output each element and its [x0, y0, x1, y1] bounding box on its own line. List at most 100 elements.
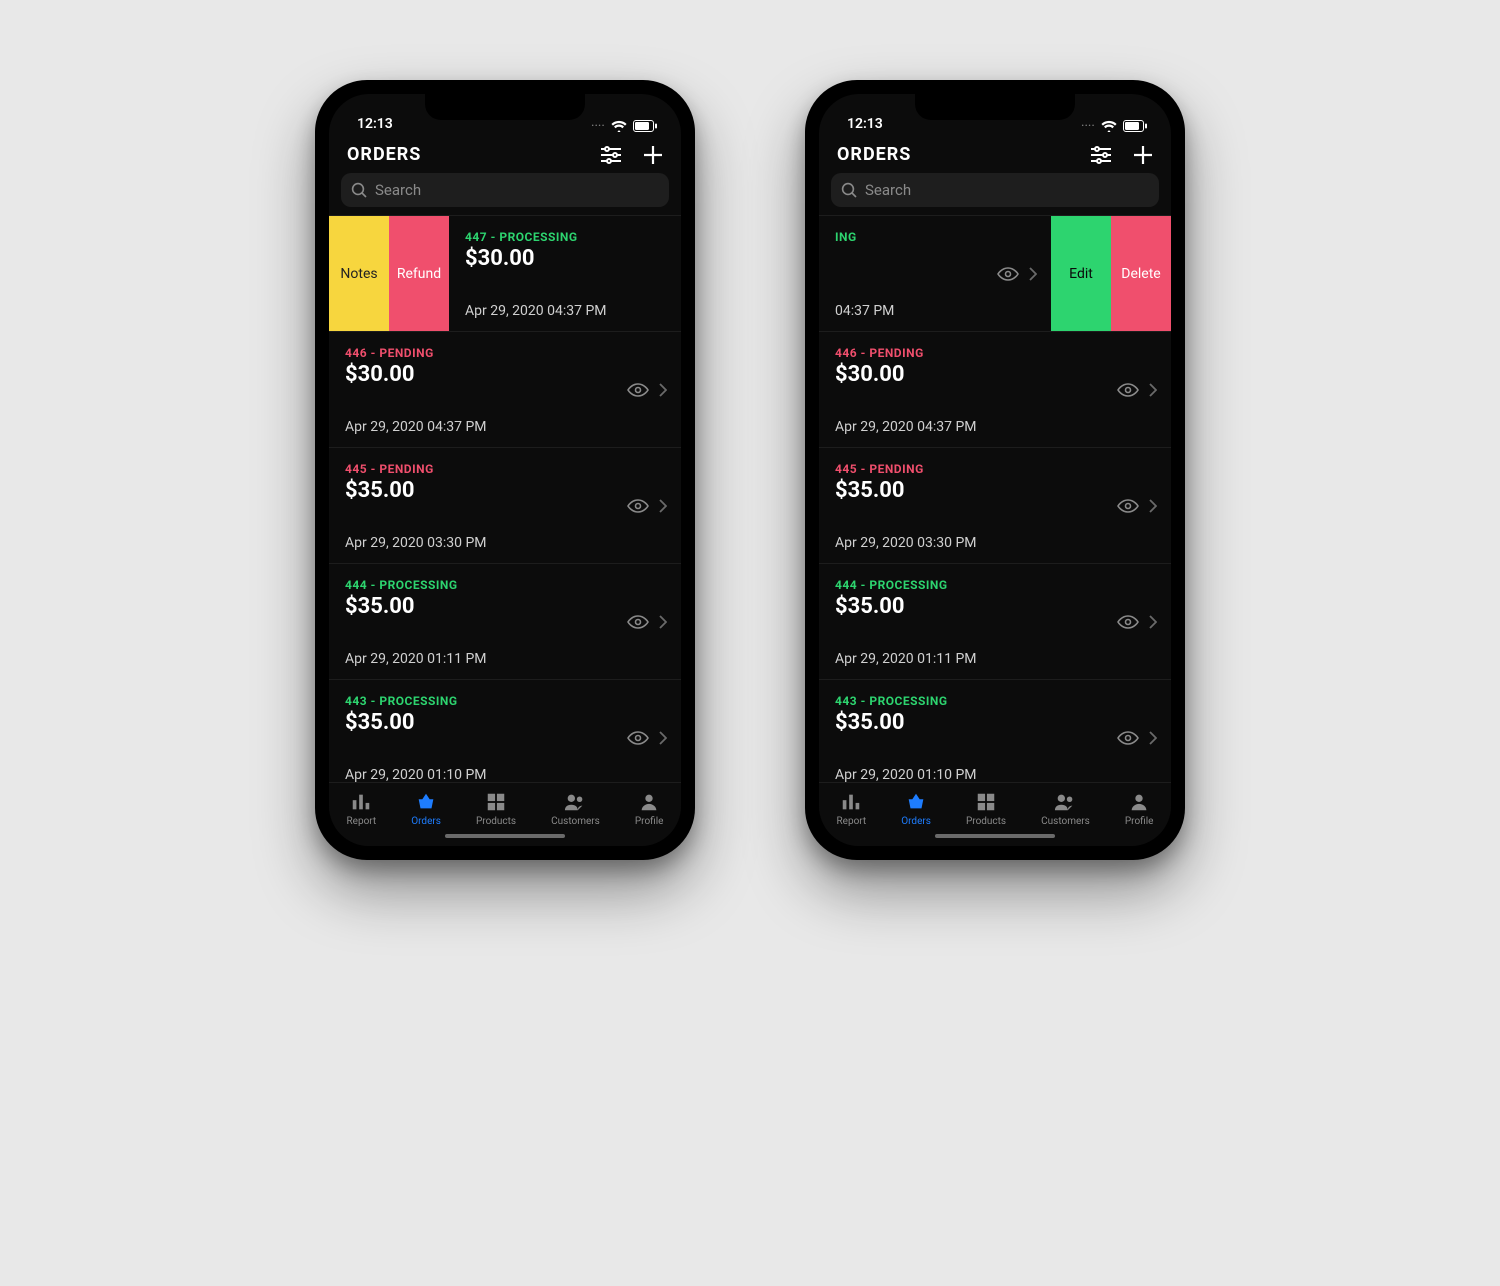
status-time: 12:13 [357, 116, 393, 132]
status-indicators: ···· [1081, 120, 1147, 132]
order-date: Apr 29, 2020 04:37 PM [465, 303, 681, 319]
notch [915, 94, 1075, 120]
tab-label: Orders [901, 816, 931, 827]
order-row[interactable]: ING x 04:37 PM Edit Delete [819, 215, 1171, 331]
notes-button[interactable]: Notes [329, 216, 389, 331]
header: ORDERS [329, 134, 681, 173]
order-row[interactable]: 444 - PROCESSING $35.00 Apr 29, 2020 01:… [329, 563, 681, 679]
user-icon [1128, 791, 1150, 813]
order-date: Apr 29, 2020 01:11 PM [835, 651, 1155, 667]
tab-orders[interactable]: Orders [901, 791, 931, 827]
eye-icon [627, 614, 649, 630]
row-indicators [1117, 382, 1157, 398]
order-row[interactable]: 444 - PROCESSING $35.00 Apr 29, 2020 01:… [819, 563, 1171, 679]
eye-icon [627, 730, 649, 746]
order-amount: $35.00 [835, 478, 1155, 503]
order-status: 445 - PENDING [345, 462, 665, 476]
order-status: 443 - PROCESSING [345, 694, 665, 708]
tab-label: Products [476, 816, 516, 827]
order-status: 445 - PENDING [835, 462, 1155, 476]
order-status: 446 - PENDING [835, 346, 1155, 360]
order-status: 444 - PROCESSING [835, 578, 1155, 592]
tab-report[interactable]: Report [347, 791, 377, 827]
tab-label: Profile [635, 816, 664, 827]
chevron-right-icon [1149, 615, 1157, 629]
order-date: Apr 29, 2020 04:37 PM [835, 419, 1155, 435]
add-button[interactable] [1133, 145, 1153, 165]
order-row[interactable]: Notes Refund 447 - PROCESSING $30.00 Apr… [329, 215, 681, 331]
order-status: ING [835, 230, 930, 244]
screen: 12:13 ···· ORDERS [329, 94, 681, 846]
filter-button[interactable] [601, 146, 621, 164]
filter-button[interactable] [1091, 146, 1111, 164]
eye-icon [997, 266, 1019, 282]
users-icon [1054, 791, 1076, 813]
row-indicators [1117, 614, 1157, 630]
plus-icon [1133, 145, 1153, 165]
add-button[interactable] [643, 145, 663, 165]
users-icon [564, 791, 586, 813]
page-title: ORDERS [837, 144, 911, 165]
order-date: Apr 29, 2020 01:10 PM [345, 767, 665, 782]
row-indicators [1117, 498, 1157, 514]
edit-button[interactable]: Edit [1051, 216, 1111, 331]
order-row[interactable]: 443 - PROCESSING $35.00 Apr 29, 2020 01:… [819, 679, 1171, 782]
tab-profile[interactable]: Profile [1125, 791, 1154, 827]
order-amount: $35.00 [345, 478, 665, 503]
order-row[interactable]: 445 - PENDING $35.00 Apr 29, 2020 03:30 … [819, 447, 1171, 563]
tab-products[interactable]: Products [966, 791, 1006, 827]
tab-report[interactable]: Report [837, 791, 867, 827]
order-amount: $35.00 [345, 594, 665, 619]
search-input[interactable]: Search [341, 173, 669, 207]
page-title: ORDERS [347, 144, 421, 165]
order-date: Apr 29, 2020 03:30 PM [835, 535, 1155, 551]
order-row[interactable]: 443 - PROCESSING $35.00 Apr 29, 2020 01:… [329, 679, 681, 782]
bar-chart-icon [840, 791, 862, 813]
tab-profile[interactable]: Profile [635, 791, 664, 827]
chevron-right-icon [1149, 499, 1157, 513]
tab-orders[interactable]: Orders [411, 791, 441, 827]
tab-products[interactable]: Products [476, 791, 516, 827]
tab-label: Report [347, 816, 377, 827]
header: ORDERS [819, 134, 1171, 173]
chevron-right-icon [659, 383, 667, 397]
sliders-icon [601, 146, 621, 164]
order-row[interactable]: 446 - PENDING $30.00 Apr 29, 2020 04:37 … [819, 331, 1171, 447]
screen: 12:13 ···· ORDERS [819, 94, 1171, 846]
delete-button[interactable]: Delete [1111, 216, 1171, 331]
order-date: 04:37 PM [835, 303, 930, 319]
refund-button[interactable]: Refund [389, 216, 449, 331]
home-indicator [445, 834, 565, 838]
tab-label: Orders [411, 816, 441, 827]
search-input[interactable]: Search [831, 173, 1159, 207]
row-indicators [627, 614, 667, 630]
orders-list[interactable]: ING x 04:37 PM Edit Delete 446 - [819, 215, 1171, 782]
notch [425, 94, 585, 120]
tab-customers[interactable]: Customers [551, 791, 600, 827]
order-row[interactable]: 446 - PENDING $30.00 Apr 29, 2020 04:37 … [329, 331, 681, 447]
order-amount: $35.00 [345, 710, 665, 735]
eye-icon [627, 498, 649, 514]
search-placeholder: Search [865, 181, 911, 199]
order-amount: $30.00 [465, 246, 681, 271]
order-amount: $30.00 [345, 362, 665, 387]
phone-mockup-right: 12:13 ···· ORDERS [805, 80, 1185, 860]
chevron-right-icon [659, 499, 667, 513]
swipe-actions-right: Edit Delete [1051, 216, 1171, 331]
chevron-right-icon [1149, 383, 1157, 397]
order-date: Apr 29, 2020 01:11 PM [345, 651, 665, 667]
eye-icon [1117, 498, 1139, 514]
wifi-icon [611, 120, 627, 132]
chevron-right-icon [1149, 731, 1157, 745]
row-indicators [627, 382, 667, 398]
tab-customers[interactable]: Customers [1041, 791, 1090, 827]
chevron-right-icon [1029, 267, 1037, 281]
orders-list[interactable]: Notes Refund 447 - PROCESSING $30.00 Apr… [329, 215, 681, 782]
search-icon [351, 182, 367, 198]
search-placeholder: Search [375, 181, 421, 199]
order-status: 443 - PROCESSING [835, 694, 1155, 708]
order-row[interactable]: 445 - PENDING $35.00 Apr 29, 2020 03:30 … [329, 447, 681, 563]
chevron-right-icon [659, 731, 667, 745]
user-icon [638, 791, 660, 813]
order-date: Apr 29, 2020 03:30 PM [345, 535, 665, 551]
